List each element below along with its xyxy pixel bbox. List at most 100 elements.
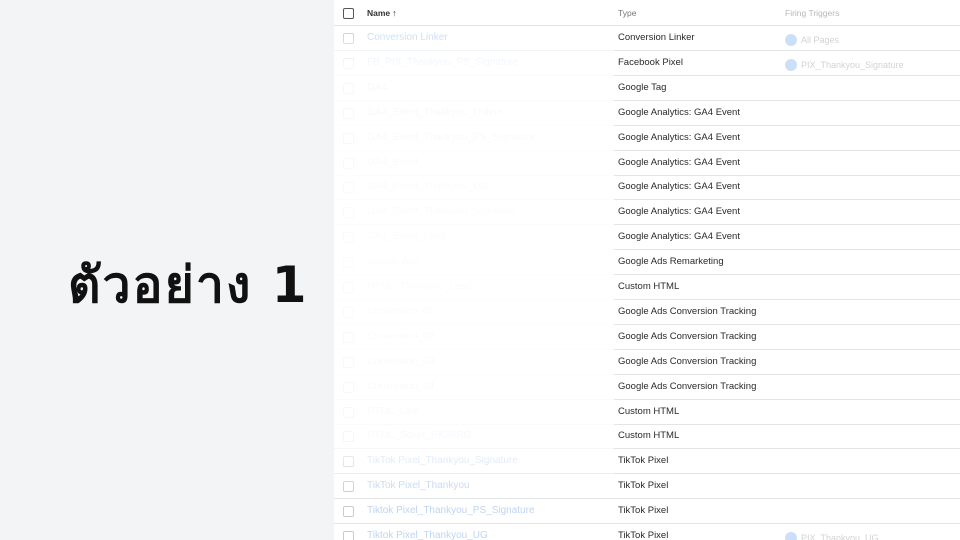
table-row[interactable]: FB_PIX_Thankyou_PS_Signature Facebook Pix… (334, 51, 960, 76)
tag-type: Google Analytics: GA4 Event (618, 206, 740, 218)
tag-name-link[interactable]: HTML_Line (367, 406, 419, 417)
firing-trigger[interactable]: PIX_Thankyou_Signature (785, 56, 904, 74)
row-checkbox[interactable] (343, 107, 354, 119)
column-header-triggers[interactable]: Firing Triggers (785, 8, 839, 18)
slide-title: ตัวอย่าง 1 (68, 256, 309, 314)
row-checkbox[interactable] (343, 82, 354, 94)
table-row[interactable]: GA4 Google Tag (334, 76, 960, 101)
table-row[interactable]: HTML_Line Custom HTML (334, 400, 960, 425)
tag-name-link[interactable]: GA4_Event_Thankyou_Online (367, 107, 502, 118)
row-checkbox[interactable] (343, 406, 354, 418)
table-header: Name ↑ Type Firing Triggers (334, 0, 960, 26)
tag-type: TikTok Pixel (618, 480, 669, 492)
row-checkbox[interactable] (343, 282, 354, 293)
tag-type: Google Analytics: GA4 Event (618, 156, 740, 168)
tags-table: Name ↑ Type Firing Triggers Conversion Li… (334, 0, 960, 540)
select-all-checkbox[interactable] (343, 8, 354, 19)
sort-ascending-icon: ↑ (392, 8, 397, 18)
row-checkbox[interactable] (343, 207, 354, 219)
table-row[interactable]: TikTok Pixel_Thankyou TikTok Pixel (334, 474, 960, 500)
tag-name-link[interactable]: GA4_Event (367, 157, 418, 168)
tag-type: Google Analytics: GA4 Event (618, 231, 740, 243)
tag-name-link[interactable]: GA4_Event_Thankyou_PS_Signature (367, 132, 535, 143)
table-row[interactable]: Conversion Linker Conversion Linker All Pa… (334, 26, 960, 51)
tag-type: Facebook Pixel (618, 56, 683, 68)
tag-name-link[interactable]: HTML_Script_BK3BRG (367, 430, 471, 441)
table-row[interactable]: Conversion_02 Google Ads Conversion Track… (334, 325, 960, 350)
tag-name-link[interactable]: GA4_Event_Thankyou_Signature (367, 206, 516, 217)
row-checkbox[interactable] (343, 257, 354, 269)
row-checkbox[interactable] (343, 481, 354, 493)
table-row[interactable]: Conversion_04 Google Ads Conversion Track… (334, 375, 960, 400)
row-checkbox[interactable] (343, 232, 354, 244)
firing-trigger[interactable]: PIX_Thankyou_UG (785, 529, 879, 540)
tag-name-link[interactable]: Conversion_02 (367, 331, 434, 342)
row-checkbox[interactable] (343, 531, 354, 540)
table-row[interactable]: HTML_Script_BK3BRG Custom HTML (334, 424, 960, 450)
tag-type: TikTok Pixel (618, 455, 669, 467)
row-checkbox[interactable] (343, 132, 354, 144)
row-checkbox[interactable] (343, 356, 354, 368)
row-checkbox[interactable] (343, 506, 354, 518)
table-row[interactable]: GA4_Event_Thankyou_Online Google Analytic… (334, 101, 960, 126)
tag-type: Custom HTML (618, 405, 680, 417)
table-row[interactable]: TikTok Pixel_Thankyou_Signature TikTok Pi… (334, 449, 960, 475)
tag-name-link[interactable]: Conversion Linker (367, 32, 448, 43)
tag-type: Custom HTML (618, 430, 680, 442)
row-checkbox[interactable] (343, 306, 354, 318)
tag-name-link[interactable]: Conversion_03 (367, 356, 434, 367)
tag-type: Google Analytics: GA4 Event (618, 181, 740, 193)
row-checkbox[interactable] (343, 331, 354, 343)
column-header-type[interactable]: Type (618, 8, 636, 18)
table-row[interactable]: Conversion_01 Google Ads Conversion Track… (334, 300, 960, 325)
tag-type: TikTok Pixel (618, 505, 669, 517)
tag-name-link[interactable]: HTML_Thankyou_Lead (367, 281, 472, 292)
row-checkbox[interactable] (343, 456, 354, 468)
row-checkbox[interactable] (343, 381, 354, 393)
column-header-name[interactable]: Name ↑ (367, 8, 397, 18)
firing-trigger[interactable]: All Pages (785, 31, 839, 49)
tag-name-link[interactable]: Conversion_01 (367, 306, 434, 317)
trigger-icon (785, 33, 797, 46)
trigger-label: PIX_Thankyou_UG (801, 532, 879, 540)
table-row[interactable]: GA4_Event_Thankyou_UG Google Analytics: G… (334, 175, 960, 201)
table-row[interactable]: Conversion_03 Google Ads Conversion Track… (334, 350, 960, 375)
table-row[interactable]: GA4_Event_Thankyou_Signature Google Analy… (334, 200, 960, 226)
tag-type: Google Analytics: GA4 Event (618, 131, 740, 143)
table-row[interactable]: Tiktok Pixel_Thankyou_PS_Signature TikTok… (334, 499, 960, 525)
table-row[interactable]: Tiktok Pixel_Thankyou_UG TikTok Pixel PIX_… (334, 524, 960, 540)
tag-name-link[interactable]: Conversion_04 (367, 381, 434, 392)
tag-name-link[interactable]: Google Ads (367, 256, 419, 267)
tag-name-link[interactable]: TikTok Pixel_Thankyou (367, 480, 469, 491)
tag-name-link[interactable]: TikTok Pixel_Thankyou_Signature (367, 455, 518, 466)
tag-name-link[interactable]: Tiktok Pixel_Thankyou_PS_Signature (367, 505, 535, 516)
table-row[interactable]: GA4_Event_Lead Google Analytics: GA4 Even… (334, 225, 960, 251)
table-row[interactable]: HTML_Thankyou_Lead Custom HTML (334, 275, 960, 300)
tag-type: Google Analytics: GA4 Event (618, 106, 740, 118)
tag-type: Google Ads Conversion Tracking (618, 330, 757, 342)
table-row[interactable]: Google Ads Google Ads Remarketing (334, 250, 960, 276)
tag-type: TikTok Pixel (618, 530, 669, 540)
row-checkbox[interactable] (343, 57, 354, 69)
table-row[interactable]: GA4_Event Google Analytics: GA4 Event (334, 151, 960, 176)
tag-type: Google Ads Remarketing (618, 256, 724, 268)
row-checkbox[interactable] (343, 157, 354, 169)
tag-type: Google Tag (618, 81, 667, 93)
tag-type: Google Ads Conversion Tracking (618, 305, 757, 317)
trigger-label: PIX_Thankyou_Signature (801, 59, 904, 70)
tag-type: Conversion Linker (618, 32, 695, 43)
tag-name-link[interactable]: Tiktok Pixel_Thankyou_UG (367, 530, 488, 540)
trigger-icon (785, 58, 797, 71)
trigger-label: All Pages (801, 34, 840, 45)
row-checkbox[interactable] (343, 431, 354, 443)
tag-name-link[interactable]: GA4 (367, 82, 387, 93)
table-row[interactable]: GA4_Event_Thankyou_PS_Signature Google An… (334, 126, 960, 151)
trigger-icon (785, 531, 797, 540)
tag-name-link[interactable]: GA4_Event_Lead (367, 231, 446, 242)
tag-type: Google Ads Conversion Tracking (618, 355, 757, 367)
tag-name-link[interactable]: GA4_Event_Thankyou_UG (367, 181, 488, 192)
tag-name-link[interactable]: FB_PIX_Thankyou_PS_Signature (367, 57, 518, 68)
row-checkbox[interactable] (343, 182, 354, 194)
tag-type: Custom HTML (618, 281, 680, 292)
row-checkbox[interactable] (343, 33, 354, 44)
